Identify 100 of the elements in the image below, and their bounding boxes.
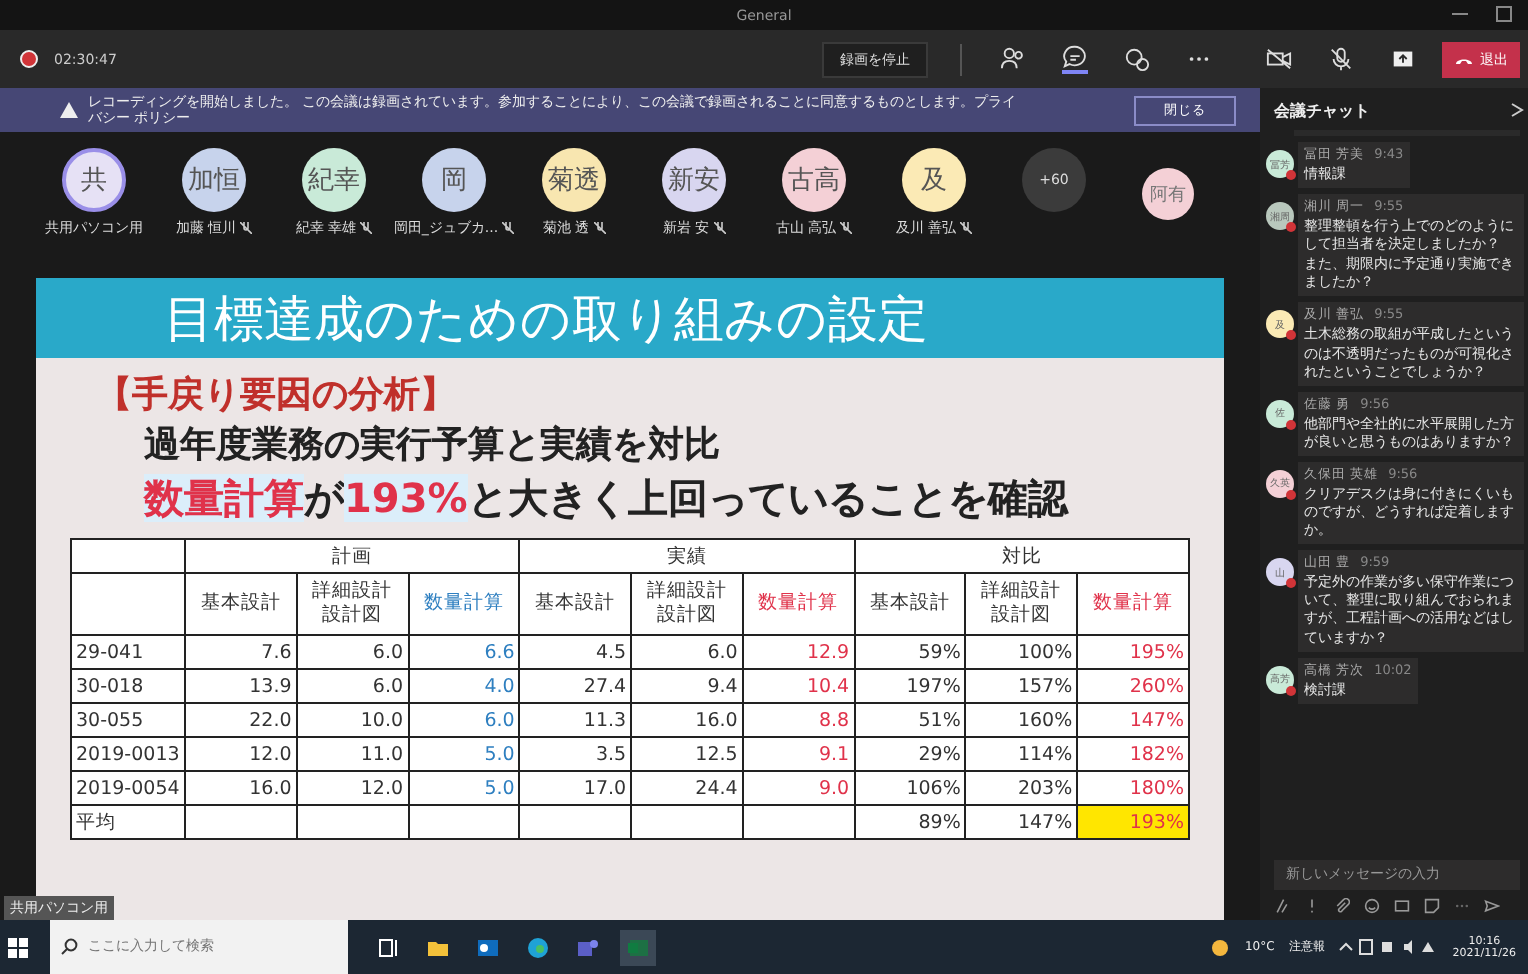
avatar[interactable]: 阿有 (1142, 168, 1194, 220)
table-cell: 29-041 (71, 635, 185, 669)
mic-off-icon (502, 221, 515, 233)
share-icon[interactable] (1390, 46, 1416, 72)
avatar[interactable]: 菊透 (542, 148, 606, 212)
camera-off-icon[interactable] (1266, 46, 1292, 72)
table-cell: 114% (965, 737, 1078, 771)
gif-icon[interactable] (1394, 898, 1410, 914)
table-cell: 89% (854, 805, 966, 839)
table-cell: 2019-0054 (71, 771, 185, 805)
attach-icon[interactable] (1334, 898, 1350, 914)
mic-off-icon (593, 221, 606, 233)
table-cell: 195% (1077, 635, 1189, 669)
table-cell: 197% (854, 669, 966, 703)
chat-icon[interactable] (1062, 44, 1088, 74)
table-cell: 7.6 (185, 635, 297, 669)
avatar[interactable]: 古高 (782, 148, 846, 212)
avatar[interactable]: 紀幸 (302, 148, 366, 212)
table-cell: 12.0 (185, 737, 297, 771)
table-cell: 157% (965, 669, 1078, 703)
table-cell: 2019-0013 (71, 737, 185, 771)
avatar[interactable]: 共 (62, 148, 126, 212)
table-cell: 59% (854, 635, 966, 669)
table-cell: 11.3 (519, 703, 632, 737)
mic-off-icon (713, 221, 726, 233)
table-cell: 203% (965, 771, 1078, 805)
table-cell: 5.0 (408, 737, 520, 771)
search-icon (50, 920, 88, 974)
table-cell: 51% (854, 703, 966, 737)
table-cell: 10.0 (296, 703, 409, 737)
table-cell: 3.5 (519, 737, 632, 771)
avatar[interactable]: 新安 (662, 148, 726, 212)
table-cell: 29% (854, 737, 966, 771)
table-header: 数量計算 (1077, 573, 1189, 635)
mic-off-icon (840, 221, 853, 233)
spreadsheet-icon[interactable] (620, 929, 656, 965)
mic-off-icon (960, 221, 973, 233)
slide-heading: 【手戻り要因の分析】 (96, 372, 456, 418)
mic-off-icon (240, 221, 253, 233)
people-icon[interactable] (1000, 46, 1026, 72)
table-header: 基本設計 (185, 573, 297, 635)
table-cell: 4.5 (519, 635, 632, 669)
mic-off-icon[interactable] (1328, 46, 1354, 72)
table-header: 基本設計 (854, 573, 966, 635)
table-cell: 30-018 (71, 669, 185, 703)
table-header: 基本設計 (519, 573, 632, 635)
avatar[interactable]: 加恒 (182, 148, 246, 212)
table-cell: 27.4 (519, 669, 632, 703)
table-header: 詳細設計 設計図 (631, 573, 743, 635)
slide-text: 過年度業務の実行予算と実績を対比 (144, 422, 720, 468)
table-cell: 5.0 (408, 771, 520, 805)
table-cell: 8.8 (742, 703, 855, 737)
recording-icon (20, 50, 38, 68)
maximize-icon[interactable] (1496, 6, 1512, 22)
slide-title: 目標達成のための取り組みの設定 (36, 278, 1224, 358)
table-header: 数量計算 (408, 573, 520, 635)
table-cell: 10.4 (742, 669, 855, 703)
table-cell: 16.0 (185, 771, 297, 805)
table-cell: 6.0 (296, 669, 409, 703)
table-cell: 9.4 (631, 669, 743, 703)
emoji-icon[interactable] (1364, 898, 1380, 914)
table-header: 実績 (519, 539, 855, 573)
avatar[interactable]: 及 (902, 148, 966, 212)
table-header: 詳細設計 設計図 (296, 573, 409, 635)
reaction-icon[interactable] (1124, 46, 1150, 72)
table-cell: 6.0 (408, 703, 520, 737)
table-header: 数量計算 (742, 573, 855, 635)
table-cell: 6.0 (296, 635, 409, 669)
table-cell: 30-055 (71, 703, 185, 737)
table-cell: 17.0 (519, 771, 632, 805)
table-header: 対比 (854, 539, 1189, 573)
sticker-icon[interactable] (1424, 898, 1440, 914)
table-cell: 160% (965, 703, 1078, 737)
table-header: 詳細設計 設計図 (965, 573, 1078, 635)
table-cell: 100% (965, 635, 1078, 669)
slide-text: 数量計算が193%と大きく上回っていることを確認 (144, 472, 1068, 526)
table-cell: 9.1 (742, 737, 855, 771)
table-cell: 11.0 (296, 737, 409, 771)
avatar[interactable]: 岡 (422, 148, 486, 212)
weather-icon (1210, 937, 1231, 957)
table-cell: 260% (1077, 669, 1189, 703)
table-cell: 24.4 (631, 771, 743, 805)
close-icon[interactable] (1510, 102, 1524, 118)
warning-icon (60, 102, 78, 118)
table-cell: 平均 (71, 805, 185, 839)
table-cell: 6.0 (631, 635, 743, 669)
table-cell: 106% (854, 771, 966, 805)
table-cell: 12.9 (742, 635, 855, 669)
table-header: 計画 (185, 539, 520, 573)
chat-title: 会議チャット (1274, 99, 1370, 121)
table-cell: 4.0 (408, 669, 520, 703)
mic-off-icon (360, 221, 373, 233)
table-cell: 147% (1077, 703, 1189, 737)
send-icon[interactable] (1484, 898, 1500, 914)
table-cell: 12.5 (631, 737, 743, 771)
format-icon[interactable] (1274, 898, 1290, 914)
table-cell: 6.6 (408, 635, 520, 669)
tray-icons[interactable] (1338, 938, 1439, 956)
table-cell: 12.0 (296, 771, 409, 805)
table-cell: 193% (1077, 805, 1189, 839)
